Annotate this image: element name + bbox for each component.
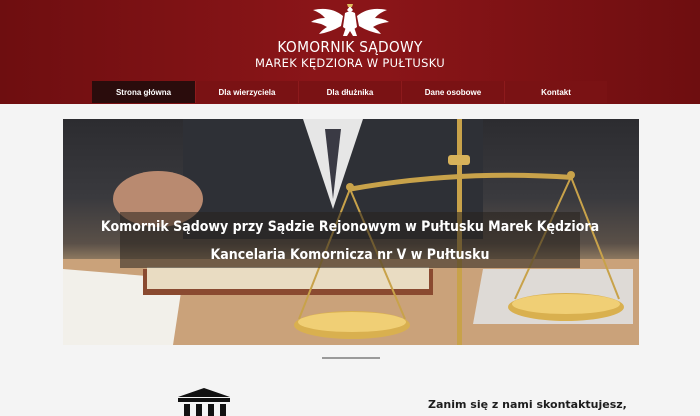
hero-caption-line1: Komornik Sądowy przy Sądzie Rejonowym w … — [100, 219, 600, 235]
courthouse-icon — [178, 388, 230, 416]
nav-item-strona-glowna[interactable]: Strona główna — [92, 81, 195, 103]
site-title: KOMORNIK SĄDOWY — [277, 38, 423, 56]
slider-indicator[interactable] — [322, 357, 380, 359]
nav-item-dla-wierzyciela[interactable]: Dla wierzyciela — [195, 81, 298, 103]
nav-item-kontakt[interactable]: Kontakt — [504, 81, 607, 103]
main-nav: Strona główna Dla wierzyciela Dla dłużni… — [92, 81, 608, 103]
polish-eagle-icon — [311, 4, 389, 36]
site-header: KOMORNIK SĄDOWY MAREK KĘDZIORA W PUŁTUSK… — [0, 0, 700, 104]
nav-item-dla-dluznika[interactable]: Dla dłużnika — [298, 81, 401, 103]
contact-intro-text: Zanim się z nami skontaktujesz, — [428, 398, 627, 411]
nav-item-dane-osobowe[interactable]: Dane osobowe — [401, 81, 504, 103]
hero-caption-line2: Kancelaria Komornicza nr V w Pułtusku — [210, 247, 490, 263]
site-subtitle: MAREK KĘDZIORA W PUŁTUSKU — [254, 56, 445, 70]
